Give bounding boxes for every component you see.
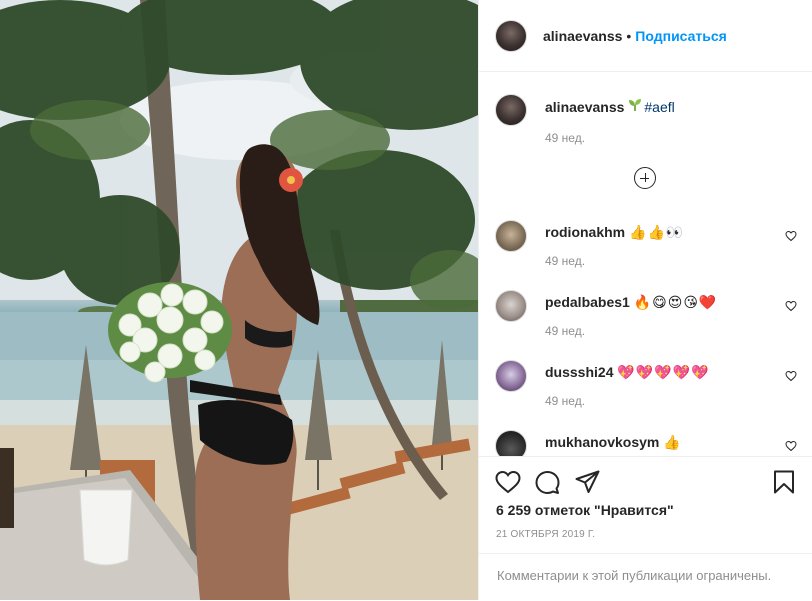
caption-avatar[interactable] (495, 94, 527, 126)
comment-time[interactable]: 49 нед. (545, 324, 785, 338)
comment-emoji: 👍 (663, 434, 682, 450)
post-date[interactable]: 21 октября 2019 г. (496, 529, 595, 540)
commenter-username[interactable]: dussshi24 (545, 364, 613, 380)
post-header: alinaevanss • Подписаться (479, 0, 812, 72)
comment-text: pedalbabes1 🔥😋😍😘❤️ (545, 292, 785, 312)
paper-plane-icon[interactable] (575, 470, 600, 494)
post-photo[interactable] (0, 0, 478, 600)
comment-body: mukhanovkosym 👍 (545, 430, 785, 456)
post-caption: alinaevanss #aefl 49 нед. (479, 72, 812, 145)
comment-time[interactable]: 49 нед. (545, 394, 785, 408)
commenter-username[interactable]: pedalbabes1 (545, 294, 630, 310)
caption-username[interactable]: alinaevanss (545, 99, 624, 115)
likes-count[interactable]: 6 259 отметок "Нравится" (496, 502, 674, 518)
post-side-panel: alinaevanss • Подписаться alinaevanss #a… (478, 0, 812, 600)
comments-list[interactable]: alinaevanss #aefl 49 нед. rodionakhm 👍👍👀… (479, 72, 812, 456)
caption-hashtag[interactable]: #aefl (644, 99, 674, 115)
comment-body: dussshi24 💖💖💖💖💖 49 нед. (545, 360, 785, 420)
bookmark-icon[interactable] (773, 470, 795, 494)
caption-body: alinaevanss #aefl 49 нед. (545, 92, 675, 145)
sprout-icon (628, 97, 642, 117)
comment-emoji: 💖💖💖💖💖 (617, 364, 710, 380)
commenter-avatar[interactable] (495, 220, 527, 252)
commenter-avatar[interactable] (495, 290, 527, 322)
commenter-username[interactable]: rodionakhm (545, 224, 625, 240)
header-separator: • (626, 27, 632, 44)
follow-button[interactable]: Подписаться (635, 28, 727, 44)
comment-item: rodionakhm 👍👍👀 49 нед. (495, 220, 797, 280)
comments-restricted-notice: Комментарии к этой публикации ограничены… (479, 553, 812, 601)
comment-text: mukhanovkosym 👍 (545, 432, 785, 452)
comment-like-icon[interactable] (785, 230, 797, 242)
comment-like-icon[interactable] (785, 440, 797, 452)
comment-item: pedalbabes1 🔥😋😍😘❤️ 49 нед. (495, 290, 797, 350)
instagram-post: alinaevanss • Подписаться alinaevanss #a… (0, 0, 812, 600)
plus-circle-icon[interactable] (634, 167, 656, 189)
sprout-icon-svg (629, 99, 642, 111)
beach-photo-illustration (0, 0, 478, 600)
comment-body: pedalbabes1 🔥😋😍😘❤️ 49 нед. (545, 290, 785, 350)
action-icons (479, 457, 812, 507)
caption-text: alinaevanss #aefl (545, 97, 675, 117)
comment-emoji: 👍👍👀 (629, 224, 685, 240)
comment-like-icon[interactable] (785, 300, 797, 312)
caption-time[interactable]: 49 нед. (545, 131, 675, 145)
comment-time[interactable]: 49 нед. (545, 254, 785, 268)
comment-text: dussshi24 💖💖💖💖💖 (545, 362, 785, 382)
commenter-username[interactable]: mukhanovkosym (545, 434, 659, 450)
author-username[interactable]: alinaevanss (543, 28, 622, 44)
comment-text: rodionakhm 👍👍👀 (545, 222, 785, 242)
commenter-avatar[interactable] (495, 430, 527, 456)
author-avatar[interactable] (495, 19, 527, 52)
comment-like-icon[interactable] (785, 370, 797, 382)
comment-body: rodionakhm 👍👍👀 49 нед. (545, 220, 785, 280)
comment-item: dussshi24 💖💖💖💖💖 49 нед. (495, 360, 797, 420)
comment-item: mukhanovkosym 👍 (495, 430, 797, 456)
post-actions: 6 259 отметок "Нравится" 21 октября 2019… (479, 456, 812, 600)
heart-outline-icon[interactable] (495, 470, 521, 494)
comment-emoji: 🔥😋😍😘❤️ (633, 294, 718, 310)
commenter-avatar[interactable] (495, 360, 527, 392)
speech-bubble-icon[interactable] (535, 470, 560, 495)
